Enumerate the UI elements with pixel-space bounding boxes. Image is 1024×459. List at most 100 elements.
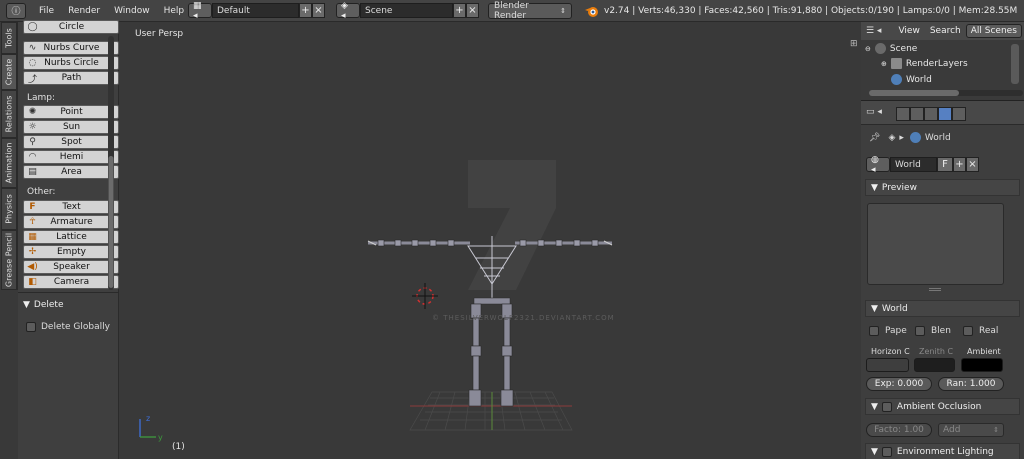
tab-create-label: Create [4, 58, 14, 86]
scene-icon [874, 43, 886, 54]
3d-viewport[interactable]: User Persp (1) ⊞ z y © THESILVERWOLF2321… [120, 22, 860, 459]
ao-blend-dropdown[interactable]: Add ⇕ [938, 423, 1004, 437]
add-nurbs-curve-button[interactable]: ∿ Nurbs Curve [23, 41, 119, 55]
real-sky-checkbox[interactable] [963, 326, 973, 336]
exposure-field[interactable]: Exp: 0.000 [866, 377, 932, 391]
add-area-lamp-button[interactable]: ▤ Area [23, 165, 119, 179]
path-icon: ⤴ [27, 74, 37, 85]
paper-sky-checkbox[interactable] [869, 326, 879, 336]
outliner-renderlayers-row[interactable]: ⊕ RenderLayers [881, 58, 968, 69]
breadcrumb-world-label: World [924, 132, 951, 143]
armature-icon: ☥ [29, 217, 36, 227]
world-tab[interactable] [938, 107, 952, 121]
outliner-view-menu[interactable]: View [893, 26, 924, 36]
environment-lighting-checkbox[interactable] [881, 446, 892, 457]
range-field[interactable]: Ran: 1.000 [938, 377, 1004, 391]
zenith-color-swatch[interactable] [914, 358, 955, 372]
world-panel-header[interactable]: ▼ World [865, 300, 1020, 317]
outliner-world-row[interactable]: World [891, 74, 932, 85]
button-label: Empty [56, 247, 87, 257]
spot-lamp-icon: ⚲ [29, 137, 36, 147]
environment-lighting-panel-header[interactable]: ▼ Environment Lighting [865, 443, 1020, 459]
scene-icon-button[interactable]: ◈ ◂ [336, 1, 360, 21]
add-layout-button[interactable]: + [299, 3, 312, 18]
add-spot-lamp-button[interactable]: ⚲ Spot [23, 135, 119, 149]
tab-animation[interactable]: Animation [1, 138, 17, 188]
watermark-text: © THESILVERWOLF2321.DEVIANTART.COM [432, 314, 615, 322]
preview-resize-handle[interactable] [929, 288, 941, 291]
tab-relations[interactable]: Relations [1, 90, 17, 138]
delete-globally-checkbox[interactable] [26, 322, 36, 332]
remove-layout-button[interactable]: × [312, 3, 325, 18]
outliner-search-menu[interactable]: Search [925, 26, 966, 36]
circle-icon: ◯ [27, 22, 38, 32]
tool-shelf-scrollbar[interactable] [108, 36, 114, 290]
horizon-color-swatch[interactable] [866, 358, 909, 372]
render-engine-dropdown[interactable]: Blender Render ⇕ [488, 1, 572, 21]
world-name-field[interactable]: World [890, 157, 937, 172]
preview-panel-header[interactable]: ▼ Preview [865, 179, 1020, 196]
add-armature-button[interactable]: ☥ Armature [23, 215, 119, 229]
properties-editor-icon[interactable]: ▭ ◂ [866, 107, 882, 117]
tab-physics[interactable]: Physics [1, 188, 17, 230]
tab-grease-pencil[interactable]: Grease Pencil [1, 230, 17, 290]
tab-tools-label: Tools [4, 28, 14, 48]
add-scene-button[interactable]: + [453, 3, 466, 18]
new-world-button[interactable]: + [953, 157, 966, 172]
menu-window[interactable]: Window [107, 6, 157, 16]
editor-type-button[interactable]: ⓘ [6, 2, 26, 19]
screen-layout-field[interactable]: Default [212, 3, 299, 18]
add-lattice-button[interactable]: ▦ Lattice [23, 230, 119, 244]
add-empty-button[interactable]: ✢ Empty [23, 245, 119, 259]
render-tab[interactable] [896, 107, 910, 121]
add-hemi-lamp-button[interactable]: ◠ Hemi [23, 150, 119, 164]
button-label: Armature [50, 217, 93, 227]
menu-file[interactable]: File [32, 6, 61, 16]
unlink-world-button[interactable]: × [966, 157, 979, 172]
collapse-icon[interactable]: ⊖ [865, 45, 871, 53]
outliner-item-label: Scene [889, 43, 918, 54]
texture-tab[interactable] [952, 107, 966, 121]
ao-factor-field[interactable]: Facto: 1.00 [866, 423, 932, 437]
ambient-color-swatch[interactable] [961, 358, 1003, 372]
expand-icon[interactable]: ⊕ [881, 60, 887, 68]
scene-field[interactable]: Scene [360, 3, 453, 18]
ambient-occlusion-panel-header[interactable]: ▼ Ambient Occlusion [865, 398, 1020, 415]
outliner-display-mode[interactable]: All Scenes [965, 24, 1022, 38]
add-path-button[interactable]: ⤴ Path [23, 71, 119, 85]
arrow-right-icon: ▸ [899, 132, 904, 143]
axis-gizmo: z y [139, 414, 163, 442]
remove-scene-button[interactable]: × [466, 3, 479, 18]
pin-icon[interactable]: 📌︎ [869, 133, 880, 143]
blend-sky-checkbox[interactable] [915, 326, 925, 336]
layout-icon-button[interactable]: ▦ ◂ [188, 1, 212, 21]
delete-panel-header[interactable]: ▼ Delete [18, 296, 119, 314]
world-browse-button[interactable]: ◍ ◂ [866, 155, 890, 175]
add-speaker-button[interactable]: ◀) Speaker [23, 260, 119, 274]
delete-globally-label: Delete Globally [41, 322, 110, 332]
outliner-editor-icon[interactable]: ☰ ◂ [866, 26, 881, 36]
real-sky-label: Real [979, 326, 999, 336]
add-nurbs-circle-button[interactable]: ◌ Nurbs Circle [23, 56, 119, 70]
ambient-occlusion-checkbox[interactable] [881, 401, 892, 412]
add-circle-button[interactable]: ◯ Circle [23, 20, 119, 34]
render-layers-tab[interactable] [910, 107, 924, 121]
properties-editor: ▭ ◂ 📌︎ ◈ ▸ World ◍ ◂ World F + × ▼ Previe… [861, 101, 1024, 459]
outliner-scrollbar[interactable] [869, 89, 1023, 97]
ao-factor-value: Facto: 1.00 [874, 425, 924, 435]
menu-render[interactable]: Render [61, 6, 107, 16]
ambient-color-label: Ambient [967, 347, 1001, 356]
scene-tab[interactable] [924, 107, 938, 121]
fake-user-button[interactable]: F [937, 157, 953, 172]
add-camera-button[interactable]: ◧ Camera [23, 275, 119, 289]
tab-tools[interactable]: Tools [1, 22, 17, 54]
nurbs-circle-icon: ◌ [28, 58, 37, 68]
outliner-vscroll[interactable] [1011, 44, 1019, 84]
outliner-scene-row[interactable]: ⊖ Scene [865, 43, 917, 54]
tab-create[interactable]: Create [1, 54, 17, 90]
add-sun-lamp-button[interactable]: ☼ Sun [23, 120, 119, 134]
add-text-button[interactable]: F Text [23, 200, 119, 214]
add-point-lamp-button[interactable]: ✺ Point [23, 105, 119, 119]
menu-help[interactable]: Help [157, 6, 192, 16]
blend-sky-label: Blen [931, 326, 951, 336]
